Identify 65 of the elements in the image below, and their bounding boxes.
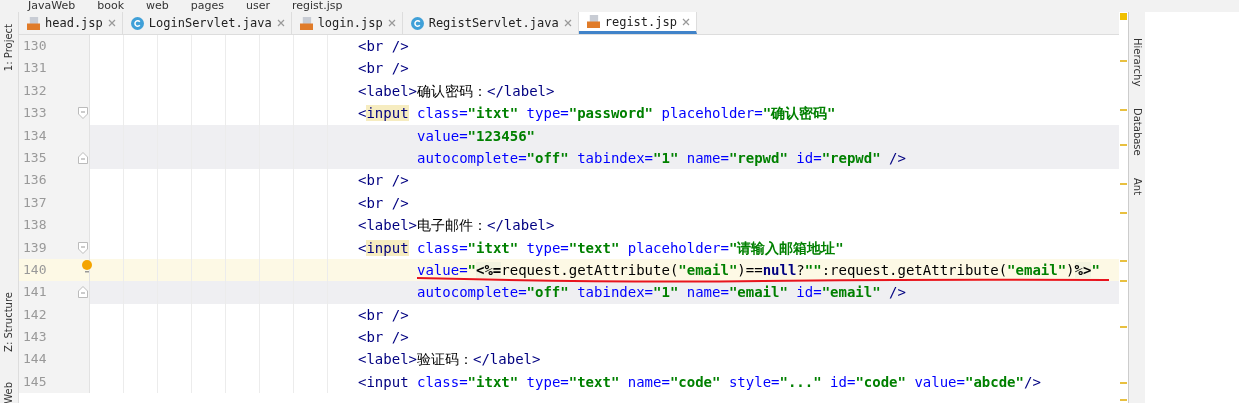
close-icon[interactable] — [387, 19, 396, 27]
close-icon[interactable] — [563, 19, 572, 27]
line-number: 143 — [23, 329, 47, 345]
fold-marker-icon[interactable] — [78, 107, 88, 120]
close-icon[interactable] — [107, 19, 116, 27]
line-number: 136 — [23, 172, 47, 188]
fold-marker-icon[interactable] — [78, 286, 88, 299]
fold-marker-icon[interactable] — [78, 241, 88, 254]
editor-tab[interactable]: login.jsp — [291, 12, 403, 34]
close-icon[interactable] — [276, 19, 285, 27]
line-number: 140 — [23, 261, 47, 277]
tool-window-tab[interactable]: 1: Project — [3, 24, 14, 72]
code-text: <br /> — [358, 38, 409, 54]
code-text: <label>验证码：</label> — [358, 351, 541, 368]
breadcrumb-item[interactable]: book — [97, 0, 125, 12]
class-icon — [410, 16, 424, 30]
line-number: 132 — [23, 82, 47, 98]
code-text: <label>确认密码：</label> — [358, 82, 555, 99]
code-text: <br /> — [358, 194, 409, 211]
tool-window-tab[interactable]: Ant — [1131, 178, 1143, 196]
code-text: autocomplete="off" tabindex="1" name="repwd" id="repwd" /> — [416, 149, 906, 166]
code-text: <br /> — [358, 329, 409, 346]
code-text: <br /> — [358, 172, 409, 189]
line-number: 133 — [23, 105, 47, 121]
editor-tab[interactable]: RegistServlet.java — [402, 12, 579, 34]
close-icon[interactable] — [681, 17, 690, 26]
code-text: <input class="itxt" type="text" name="code" style="..." id="code" value="abcde"/> — [358, 373, 1041, 390]
code-text: value="123456" — [416, 127, 535, 144]
breadcrumb-item[interactable]: regist.jsp — [292, 0, 343, 12]
tool-window-tab[interactable]: Web — [3, 382, 14, 403]
jsp-file-icon — [586, 15, 600, 28]
breadcrumb-item[interactable]: user — [246, 0, 270, 12]
line-number: 142 — [23, 306, 47, 322]
line-number: 135 — [23, 149, 47, 165]
line-number: 130 — [23, 38, 47, 53]
editor-tab[interactable]: head.jsp — [19, 12, 123, 34]
code-text: <label>电子邮件：</label> — [358, 217, 555, 234]
line-number: 138 — [23, 217, 47, 233]
tool-window-tab[interactable]: Hierarchy — [1131, 38, 1143, 87]
breadcrumb-item[interactable]: JavaWeb — [28, 0, 76, 12]
line-number: 144 — [23, 351, 47, 367]
editor-tab[interactable]: LoginServlet.java — [122, 12, 292, 34]
tool-window-tab[interactable]: Z: Structure — [3, 292, 14, 352]
breadcrumb-item[interactable]: web — [146, 0, 169, 12]
line-number: 141 — [23, 284, 47, 300]
editor-tab[interactable]: regist.jsp — [578, 12, 697, 34]
fold-marker-icon[interactable] — [78, 151, 88, 164]
code-text: <input class="itxt" type="text" placeholder="请输入邮箱地址" — [358, 239, 844, 256]
class-icon — [130, 16, 144, 30]
jsp-file-icon — [27, 16, 40, 30]
line-number: 131 — [23, 60, 47, 76]
lightbulb-icon[interactable] — [82, 259, 92, 274]
line-number: 139 — [23, 239, 47, 255]
error-stripe[interactable] — [1119, 12, 1129, 403]
tool-window-tab[interactable]: Database — [1131, 108, 1143, 157]
code-text: value="<%=request.getAttribute("email")==null?"":request.getAttribute("email")%>" — [416, 261, 1100, 278]
code-text: autocomplete="off" tabindex="1" name="email" id="email" /> — [416, 284, 906, 301]
code-text: <br /> — [358, 60, 409, 77]
code-text: <br /> — [358, 306, 409, 323]
breadcrumb-item[interactable]: pages — [190, 0, 224, 12]
jsp-file-icon — [299, 16, 313, 30]
code-text: <input class="itxt" type="password" placeholder="确认密码" — [358, 105, 836, 122]
line-number: 134 — [23, 127, 47, 143]
line-number: 137 — [23, 194, 47, 210]
line-number: 145 — [23, 373, 47, 389]
